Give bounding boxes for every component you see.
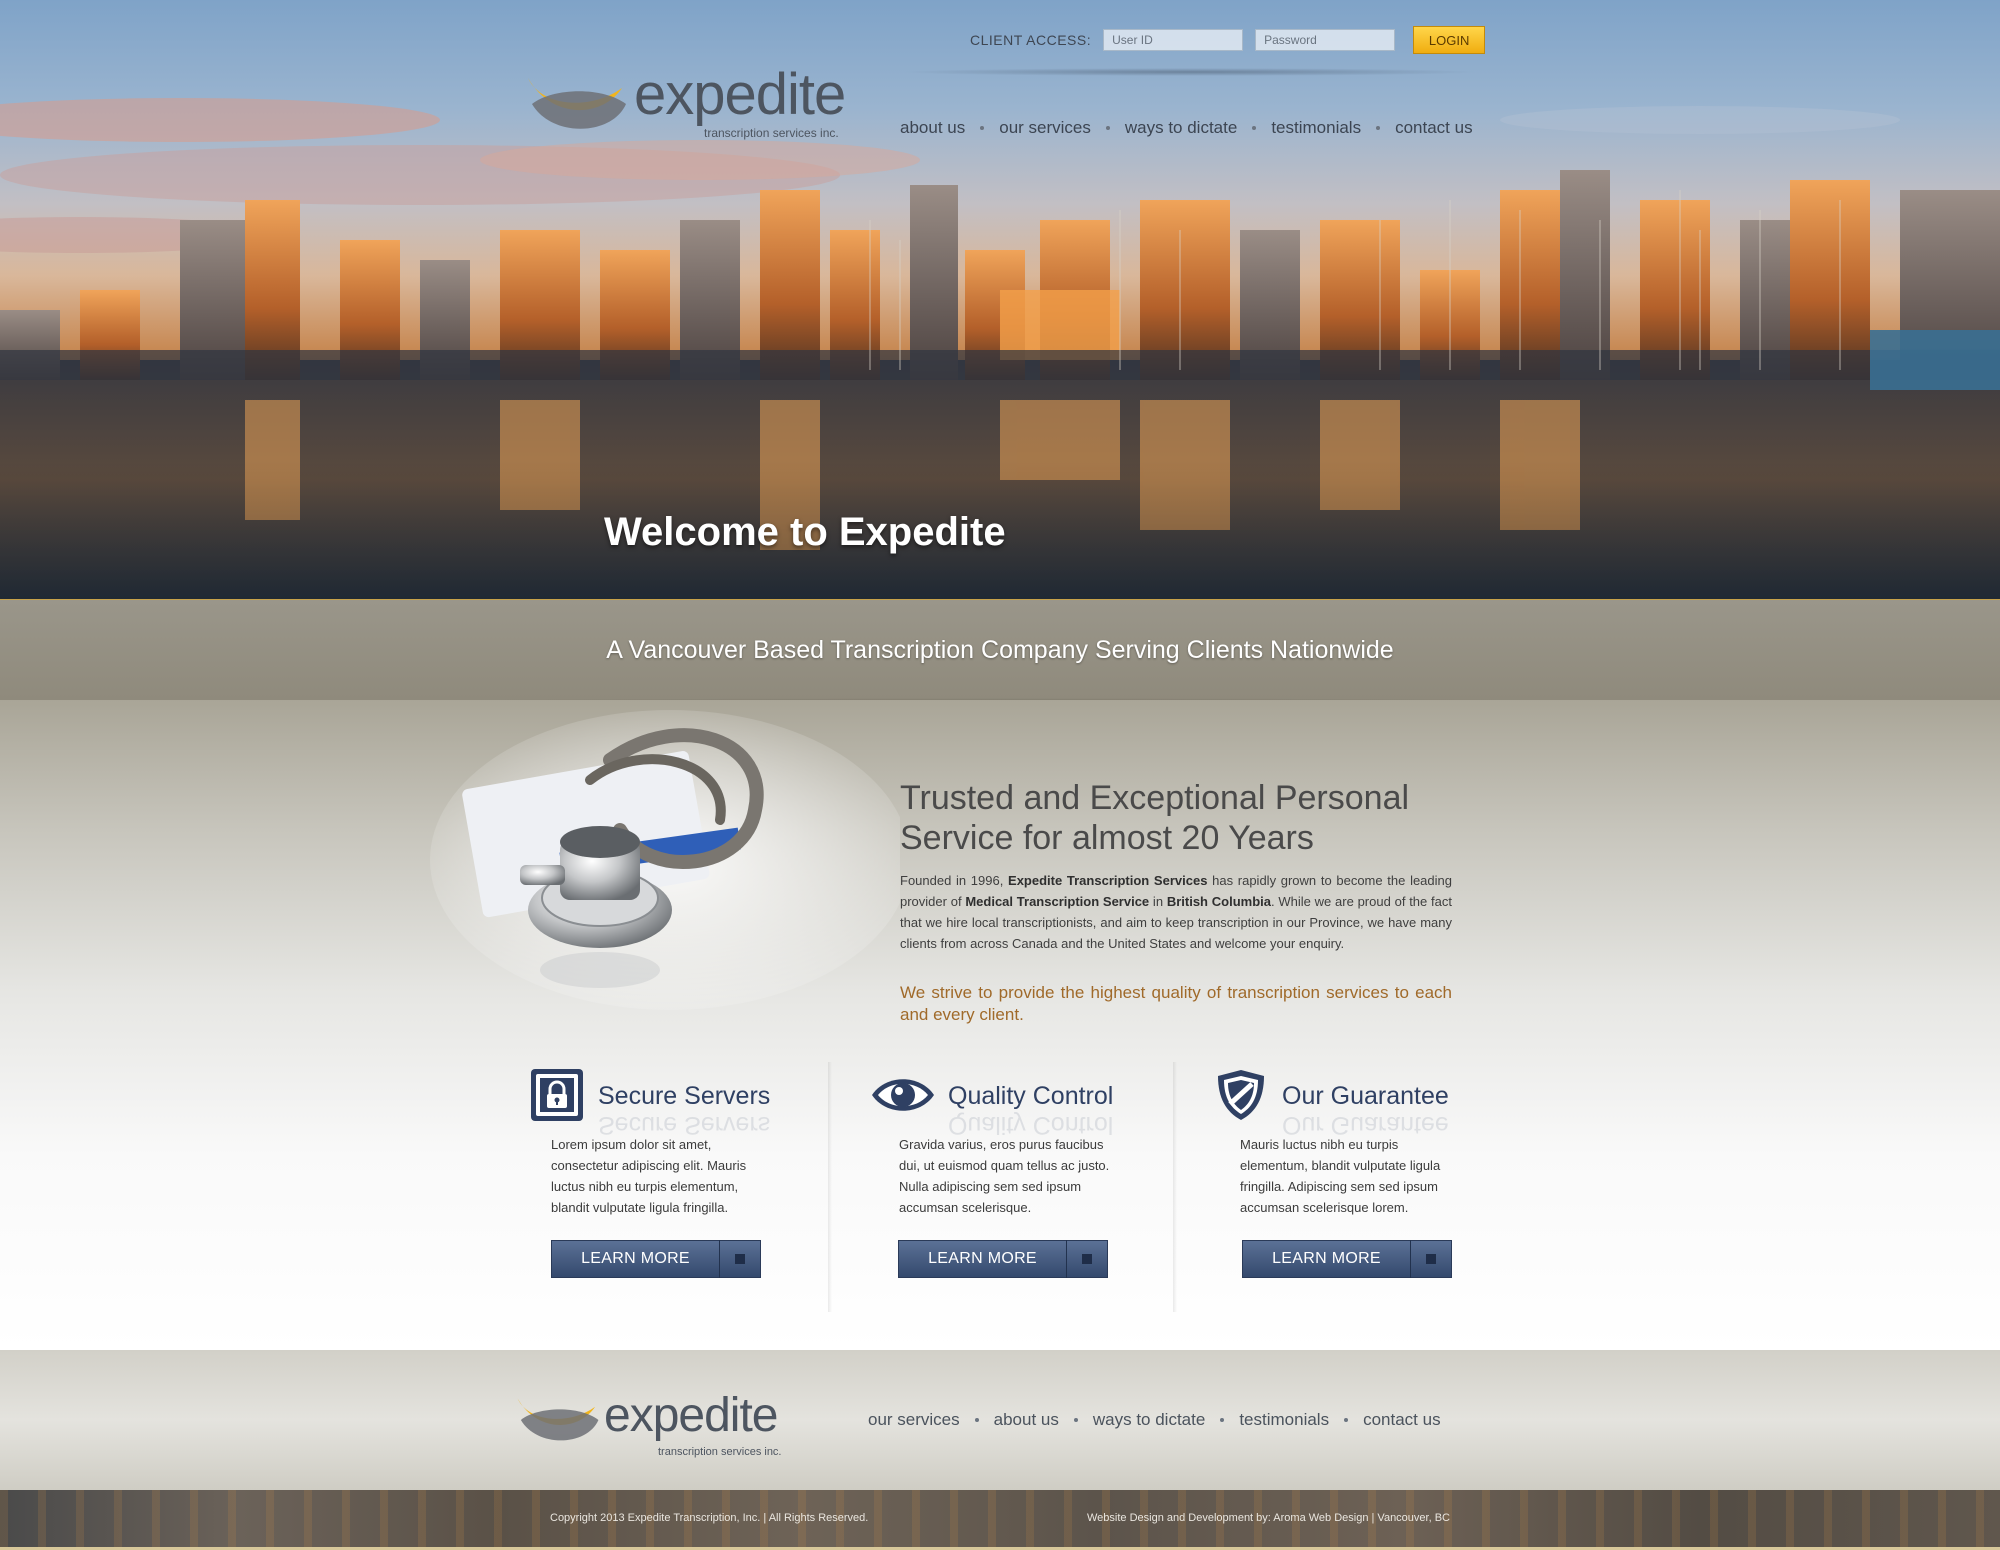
intro-body-strong: British Columbia bbox=[1166, 894, 1271, 909]
topbar-shadow bbox=[900, 68, 1480, 76]
learn-more-button[interactable]: LEARN MORE bbox=[1242, 1240, 1452, 1278]
welcome-heading: Welcome to Expedite bbox=[604, 510, 1006, 554]
credits-link[interactable]: Website Design and Development by: Aroma… bbox=[1075, 1512, 1450, 1524]
shield-icon bbox=[1218, 1070, 1264, 1120]
copyright-text: Copyright 2013 Expedite Transcription, I… bbox=[550, 1512, 869, 1524]
nav-about-us[interactable]: about us bbox=[900, 118, 965, 138]
nav-separator bbox=[1073, 1418, 1078, 1422]
footer-nav-contact-us[interactable]: contact us bbox=[1363, 1410, 1441, 1430]
login-button[interactable]: LOGIN bbox=[1413, 26, 1486, 54]
intro-body: Founded in 1996, Expedite Transcription … bbox=[900, 870, 1452, 954]
feature-quality-control: Quality Control Quality Control Gravida … bbox=[870, 1068, 1130, 1298]
logo-swoosh-icon bbox=[528, 78, 626, 129]
square-icon bbox=[720, 1240, 760, 1278]
square-icon bbox=[1411, 1240, 1451, 1278]
logo-tagline: transcription services inc. bbox=[658, 1446, 782, 1458]
learn-more-button[interactable]: LEARN MORE bbox=[898, 1240, 1108, 1278]
footer-nav-testimonials[interactable]: testimonials bbox=[1239, 1410, 1329, 1430]
intro-body-strong: Expedite Transcription Services bbox=[1008, 873, 1208, 888]
nav-separator bbox=[1105, 126, 1110, 130]
expedite-logo[interactable]: expedite transcription services inc. bbox=[522, 58, 852, 142]
eye-icon bbox=[872, 1079, 934, 1111]
nav-our-services[interactable]: our services bbox=[999, 118, 1091, 138]
nav-contact-us[interactable]: contact us bbox=[1395, 118, 1473, 138]
intro-title: Trusted and Exceptional Personal Service… bbox=[900, 778, 1460, 858]
logo-tagline: transcription services inc. bbox=[704, 126, 839, 140]
nav-separator bbox=[1252, 126, 1257, 130]
feature-text: Mauris luctus nibh eu turpis elementum, … bbox=[1240, 1137, 1441, 1215]
client-access-bar: CLIENT ACCESS: LOGIN bbox=[970, 26, 1486, 54]
logo-swoosh-icon bbox=[517, 1398, 599, 1441]
intro-body-text: in bbox=[1149, 894, 1167, 909]
lock-icon bbox=[531, 1069, 583, 1121]
nav-separator bbox=[1376, 126, 1381, 130]
feature-text: Gravida varius, eros purus faucibus dui,… bbox=[899, 1137, 1110, 1215]
client-access-label: CLIENT ACCESS: bbox=[970, 32, 1092, 48]
nav-separator bbox=[1220, 1418, 1225, 1422]
logo-wordmark: expedite bbox=[634, 62, 846, 127]
feature-title: Quality Control bbox=[948, 1082, 1114, 1110]
intro-title-line: Service for almost 20 Years bbox=[900, 819, 1314, 857]
feature-title: Secure Servers bbox=[598, 1082, 771, 1110]
user-id-input[interactable] bbox=[1103, 29, 1244, 51]
intro-body-text: Founded in 1996, bbox=[900, 873, 1009, 888]
intro-title-line: Trusted and Exceptional Personal bbox=[900, 779, 1410, 817]
feature-title: Our Guarantee bbox=[1282, 1082, 1449, 1110]
nav-separator bbox=[974, 1418, 979, 1422]
nav-separator bbox=[1344, 1418, 1349, 1422]
learn-more-label: LEARN MORE bbox=[1272, 1250, 1381, 1267]
square-icon bbox=[1067, 1240, 1107, 1278]
stethoscope-image bbox=[430, 710, 900, 1010]
tagline-text: A Vancouver Based Transcription Company … bbox=[606, 636, 1394, 664]
nav-separator bbox=[980, 126, 985, 130]
bottom-bar-texture bbox=[0, 1490, 2000, 1550]
password-input[interactable] bbox=[1255, 29, 1396, 51]
feature-text: Lorem ipsum dolor sit amet, consectetur … bbox=[551, 1137, 747, 1215]
feature-our-guarantee: Our Guarantee Our Guarantee Mauris luctu… bbox=[1214, 1068, 1474, 1298]
footer-nav-our-services[interactable]: our services bbox=[868, 1410, 960, 1430]
main-nav: about us our services ways to dictate te… bbox=[900, 118, 1473, 138]
footer-nav-ways-to-dictate[interactable]: ways to dictate bbox=[1093, 1410, 1205, 1430]
footer-nav: our services about us ways to dictate te… bbox=[868, 1410, 1441, 1430]
logo-wordmark: expedite bbox=[604, 1389, 778, 1442]
feature-divider bbox=[828, 1062, 832, 1312]
learn-more-button[interactable]: LEARN MORE bbox=[551, 1240, 761, 1278]
feature-divider bbox=[1173, 1062, 1177, 1312]
footer-nav-about-us[interactable]: about us bbox=[994, 1410, 1059, 1430]
feature-secure-servers: Secure Servers Secure Servers Lorem ipsu… bbox=[530, 1068, 790, 1298]
intro-quote: We strive to provide the highest quality… bbox=[900, 983, 1452, 1024]
learn-more-label: LEARN MORE bbox=[928, 1250, 1037, 1267]
footer-logo[interactable]: expedite transcription services inc. bbox=[512, 1382, 792, 1458]
nav-ways-to-dictate[interactable]: ways to dictate bbox=[1125, 118, 1237, 138]
nav-testimonials[interactable]: testimonials bbox=[1271, 118, 1361, 138]
learn-more-label: LEARN MORE bbox=[581, 1250, 690, 1267]
intro-body-strong: Medical Transcription Service bbox=[965, 894, 1150, 909]
